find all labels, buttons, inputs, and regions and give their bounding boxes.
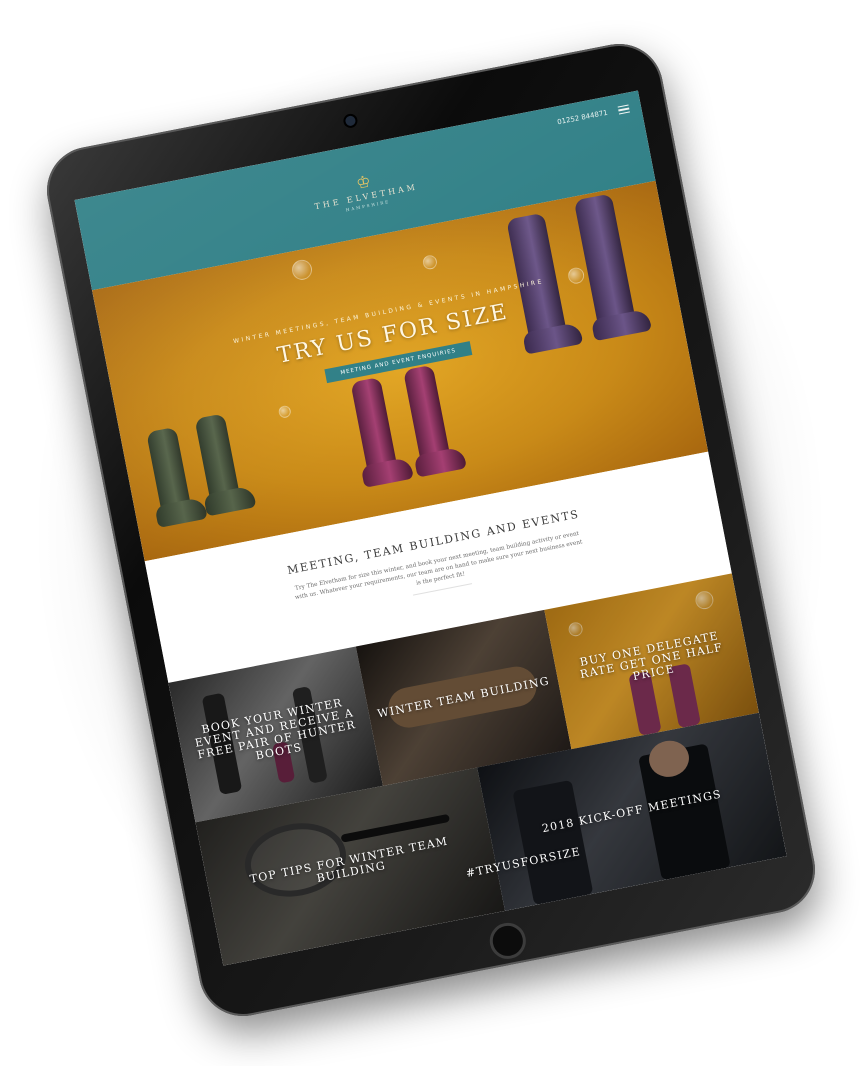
- plum-boot: [350, 376, 399, 481]
- plum-boot: [403, 364, 452, 471]
- green-boot: [146, 426, 193, 521]
- menu-line: [618, 111, 630, 115]
- home-button[interactable]: [486, 919, 529, 962]
- rain-drop: [421, 254, 439, 271]
- rain-drop: [566, 266, 586, 286]
- green-boot: [194, 413, 242, 510]
- brand-logo[interactable]: ♔ THE ELVETHAM HAMPSHIRE: [283, 159, 447, 223]
- phone-number[interactable]: 01252 844871: [557, 109, 609, 127]
- rain-drop: [277, 404, 292, 419]
- tablet-screen: ♔ THE ELVETHAM HAMPSHIRE 01252 844871 WI…: [74, 90, 787, 966]
- rain-drop: [290, 258, 314, 282]
- camera-icon: [344, 114, 357, 127]
- hamburger-icon[interactable]: [617, 104, 630, 115]
- purple-boot: [573, 193, 638, 335]
